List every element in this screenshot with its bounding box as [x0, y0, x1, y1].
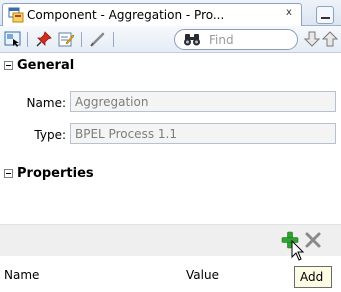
name-label: Name:: [26, 96, 66, 110]
column-header-value[interactable]: Value: [186, 268, 219, 282]
component-icon: [8, 7, 24, 23]
mouse-cursor-icon: [291, 240, 305, 261]
collapse-icon[interactable]: [4, 61, 13, 70]
remove-icon[interactable]: [304, 231, 322, 249]
edit-properties-icon[interactable]: [57, 30, 75, 48]
tab-component[interactable]: Component - Aggregation - Pro... x: [2, 3, 302, 26]
toolbar: Find: [0, 26, 341, 53]
general-section-title: General: [17, 58, 75, 73]
tab-close-icon[interactable]: x: [286, 7, 292, 18]
arrow-down-icon[interactable]: [304, 30, 320, 48]
minimize-button[interactable]: [316, 6, 334, 24]
toolbar-separator: [81, 32, 82, 47]
toolbar-separator: [113, 32, 114, 47]
properties-toolbar: [0, 224, 341, 261]
find-field[interactable]: Find: [174, 29, 298, 50]
type-field[interactable]: BPEL Process 1.1: [70, 123, 336, 144]
toolbar-separator: [27, 32, 28, 47]
binoculars-icon: [184, 34, 200, 46]
select-icon[interactable]: [4, 30, 22, 48]
arrow-up-icon[interactable]: [322, 30, 338, 48]
pin-icon[interactable]: [35, 30, 53, 48]
properties-section-title: Properties: [17, 166, 94, 181]
type-label: Type:: [34, 128, 66, 142]
general-section-header[interactable]: General: [0, 57, 341, 77]
tab-title: Component - Aggregation - Pro...: [27, 8, 225, 22]
find-placeholder: Find: [209, 33, 234, 47]
column-header-name[interactable]: Name: [4, 268, 39, 282]
pencil-icon[interactable]: [89, 30, 107, 48]
add-tooltip: Add: [294, 266, 332, 288]
collapse-icon[interactable]: [4, 169, 13, 178]
editor-tab-bar: Component - Aggregation - Pro... x: [0, 0, 341, 26]
properties-section-header[interactable]: Properties: [0, 165, 341, 185]
name-field[interactable]: Aggregation: [70, 91, 336, 112]
